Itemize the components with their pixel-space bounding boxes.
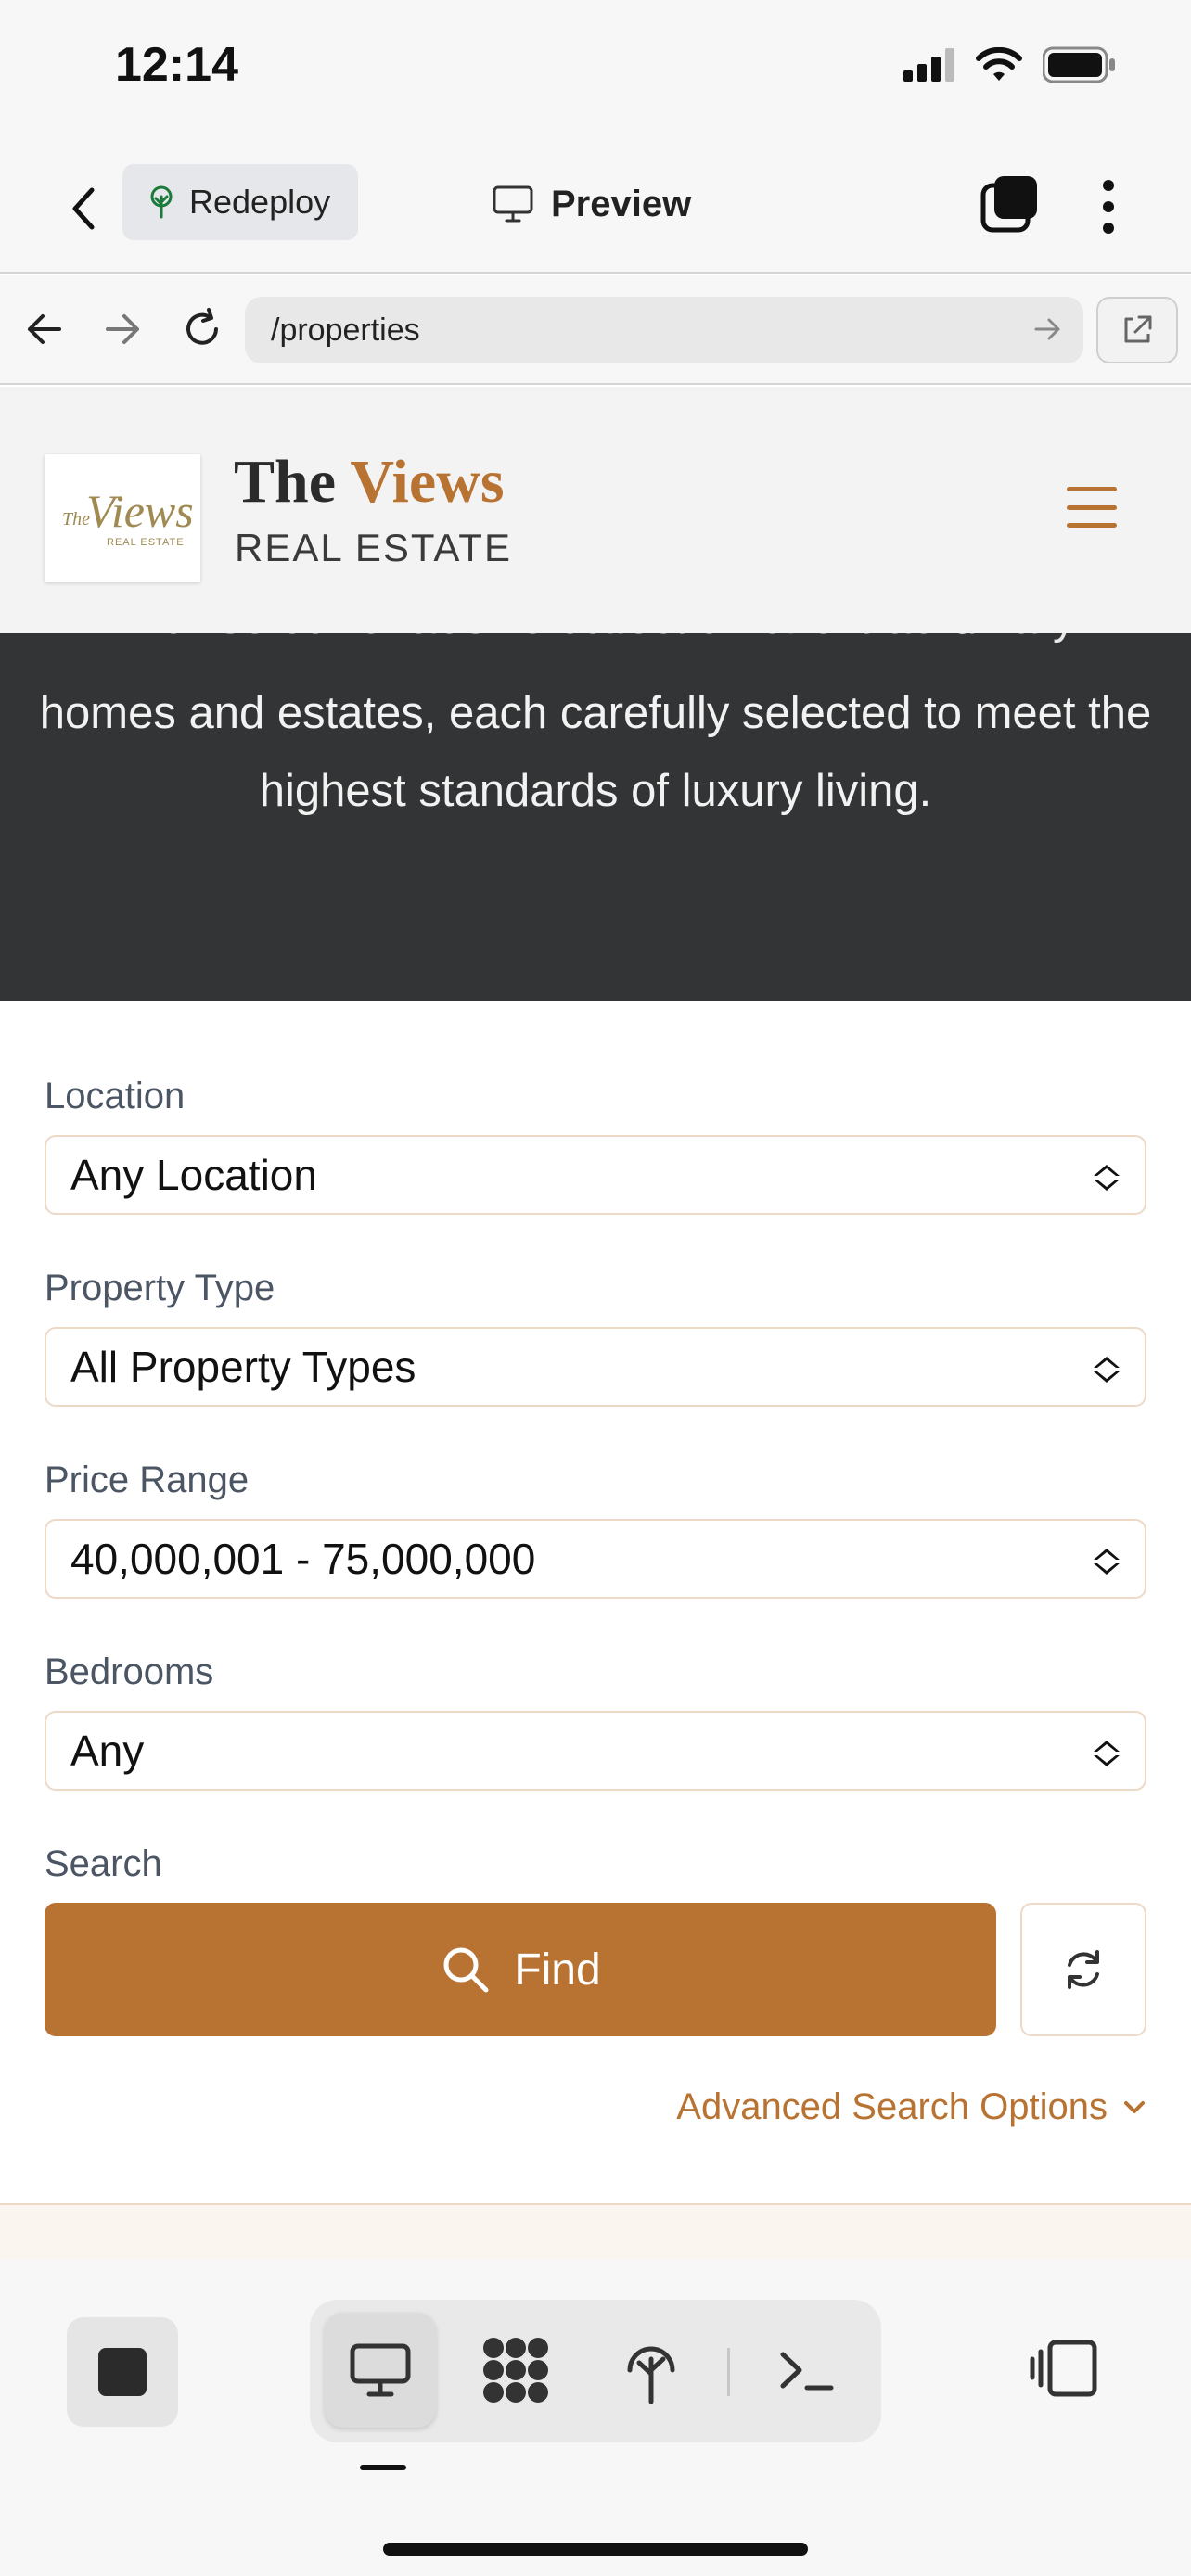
hamburger-line <box>1067 504 1117 510</box>
reload-icon <box>186 308 218 345</box>
bedrooms-label: Bedrooms <box>45 1651 214 1692</box>
status-bar: 12:14 <box>0 0 1191 139</box>
menu-button[interactable] <box>1067 487 1117 528</box>
search-icon <box>443 1947 489 1993</box>
status-icons <box>903 46 1117 83</box>
arrow-right-icon <box>106 314 139 344</box>
property-type-label: Property Type <box>45 1268 275 1308</box>
hero-section: Browse our exclusive collection of extra… <box>0 633 1191 1001</box>
hero-description: homes and estates, each carefully select… <box>39 688 1152 816</box>
monitor-icon <box>350 2343 411 2397</box>
location-value: Any Location <box>70 1151 317 1199</box>
view-switcher <box>310 2300 881 2442</box>
redeploy-button[interactable]: Redeploy <box>122 164 358 240</box>
dot <box>1103 201 1114 212</box>
brand-subtitle: REAL ESTATE <box>235 526 512 569</box>
hamburger-line <box>1067 487 1117 491</box>
open-external-button[interactable] <box>1096 297 1178 363</box>
price-range-label: Price Range <box>45 1460 250 1500</box>
location-label: Location <box>45 1076 186 1116</box>
property-type-select[interactable]: All Property Types <box>45 1327 1146 1407</box>
brand-views: Views <box>350 448 505 516</box>
hamburger-line <box>1067 523 1117 528</box>
tab-workspace[interactable] <box>460 2313 571 2428</box>
preview-label: Preview <box>551 183 692 224</box>
price-range-select[interactable]: 40,000,001 - 75,000,000 <box>45 1519 1146 1599</box>
search-label: Search <box>45 1843 162 1884</box>
updown-chevron-icon <box>1094 1549 1120 1575</box>
chevron-down-icon <box>1124 2100 1145 2113</box>
active-tab-indicator <box>360 2465 406 2470</box>
signal-icon <box>903 48 954 82</box>
bedrooms-value: Any <box>70 1727 145 1775</box>
bottom-toolbar <box>0 2259 1191 2576</box>
site-logo[interactable]: The Views REAL ESTATE <box>45 454 200 582</box>
advanced-search-label: Advanced Search Options <box>676 2086 1108 2127</box>
find-button[interactable]: Find <box>45 1903 996 2036</box>
updown-chevron-icon <box>1094 1357 1120 1383</box>
hero-text-cut: Browse our exclusive collection of extra… <box>0 633 1191 644</box>
stop-icon <box>98 2348 147 2396</box>
brand-the: The <box>234 448 337 516</box>
url-text: /properties <box>271 312 420 348</box>
tabs-icon <box>980 176 1037 233</box>
url-input[interactable]: /properties <box>245 297 1083 363</box>
tabs-button[interactable] <box>980 174 1039 238</box>
tab-console[interactable] <box>751 2313 863 2428</box>
redeploy-label: Redeploy <box>189 183 331 221</box>
status-time: 12:14 <box>115 38 238 92</box>
chevron-left-icon <box>72 187 95 230</box>
stop-button[interactable] <box>67 2317 178 2427</box>
arrow-left-icon <box>28 314 61 344</box>
updown-chevron-icon <box>1094 1741 1120 1766</box>
preview-title[interactable]: Preview <box>492 176 691 232</box>
advanced-search-link[interactable]: Advanced Search Options <box>676 2086 1146 2128</box>
bedrooms-select[interactable]: Any <box>45 1711 1146 1791</box>
property-type-value: All Property Types <box>70 1343 416 1391</box>
updown-chevron-icon <box>1094 1165 1120 1191</box>
next-section-peek <box>0 2205 1191 2261</box>
home-indicator <box>383 2543 808 2556</box>
grid-blob-icon <box>483 2338 548 2403</box>
browser-back-button[interactable] <box>19 303 70 355</box>
tab-preview[interactable] <box>325 2313 436 2428</box>
refresh-icon <box>1068 1950 1099 1989</box>
dot <box>1103 180 1114 191</box>
device-frame-icon <box>1030 2340 1097 2397</box>
dot <box>1103 223 1114 234</box>
battery-icon <box>1043 46 1115 83</box>
brand-title: The Views <box>234 447 505 517</box>
monitor-icon <box>493 185 533 223</box>
app-toolbar: Redeploy Preview <box>0 139 1191 274</box>
terminal-icon <box>780 2352 834 2391</box>
logo-image: The Views REAL ESTATE <box>62 485 192 548</box>
location-select[interactable]: Any Location <box>45 1135 1146 1215</box>
price-range-value: 40,000,001 - 75,000,000 <box>70 1535 536 1583</box>
go-arrow-icon[interactable] <box>1033 313 1061 345</box>
browser-forward-button[interactable] <box>96 303 148 355</box>
svg-text:REAL ESTATE: REAL ESTATE <box>107 537 185 548</box>
divider <box>727 2348 730 2396</box>
tab-deploy[interactable] <box>596 2313 707 2428</box>
tree-icon <box>150 185 173 219</box>
site-header: The Views REAL ESTATE The Views REAL EST… <box>0 387 1191 633</box>
reload-button[interactable] <box>176 303 228 355</box>
device-toggle-button[interactable] <box>1030 2339 1100 2403</box>
find-label: Find <box>514 1945 601 1995</box>
wifi-icon <box>976 47 1022 81</box>
browser-url-bar: /properties <box>0 275 1191 385</box>
more-options-button[interactable] <box>1085 174 1132 239</box>
reset-button[interactable] <box>1020 1903 1146 2036</box>
svg-text:Views: Views <box>86 485 192 537</box>
back-button[interactable] <box>56 176 111 241</box>
external-link-icon <box>1124 315 1152 343</box>
deploy-tree-icon <box>627 2346 675 2404</box>
